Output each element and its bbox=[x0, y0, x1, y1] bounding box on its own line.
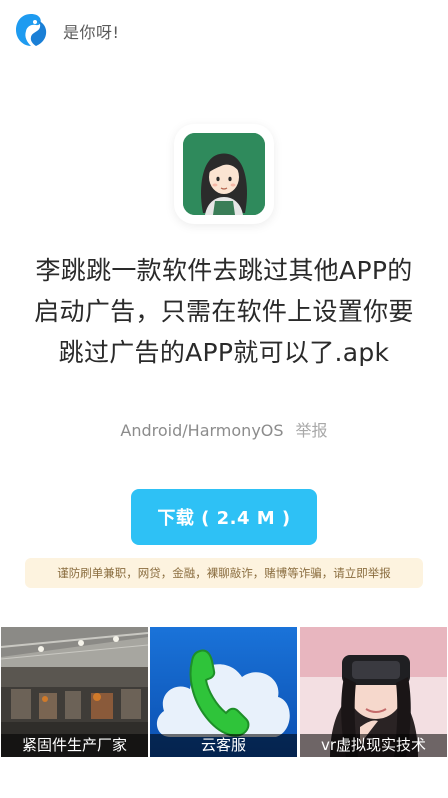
fraud-notice: 谨防刷单兼职，网贷，金融，裸聊敲诈，赌博等诈骗，请立即举报 bbox=[25, 558, 423, 588]
ad-caption: 云客服 bbox=[150, 734, 297, 757]
ad-caption: 紧固件生产厂家 bbox=[1, 734, 148, 757]
ad-caption: vr虚拟现实技术 bbox=[300, 734, 447, 757]
app-icon-illustration bbox=[183, 133, 265, 215]
header: 是你呀! bbox=[0, 0, 448, 62]
app-title: 李跳跳一款软件去跳过其他APP的启动广告，只需在软件上设置你要跳过广告的APP就… bbox=[34, 256, 414, 367]
app-meta: Android/HarmonyOS 举报 bbox=[0, 417, 448, 441]
page: 是你呀! 李跳跳一款软件去跳过其他APP的启动广告，只需在软件上设置你要跳过广告… bbox=[0, 0, 448, 798]
site-logo-icon[interactable] bbox=[14, 12, 48, 48]
report-link[interactable]: 举报 bbox=[296, 421, 328, 440]
app-icon bbox=[183, 133, 265, 215]
app-icon-frame bbox=[174, 124, 274, 224]
ad-card-vr[interactable]: vr虚拟现实技术 bbox=[300, 627, 447, 757]
download-button[interactable]: 下载 ( 2.4 M ) bbox=[131, 489, 317, 545]
ad-card-cloud-service[interactable]: 云客服 bbox=[150, 627, 297, 757]
header-title: 是你呀! bbox=[63, 23, 120, 42]
ad-card-fastener[interactable]: 紧固件生产厂家 bbox=[1, 627, 148, 757]
platform-label: Android/HarmonyOS bbox=[120, 421, 284, 440]
ad-strip: 紧固件生产厂家 云客服 vr虚拟现实技术 bbox=[0, 627, 448, 757]
